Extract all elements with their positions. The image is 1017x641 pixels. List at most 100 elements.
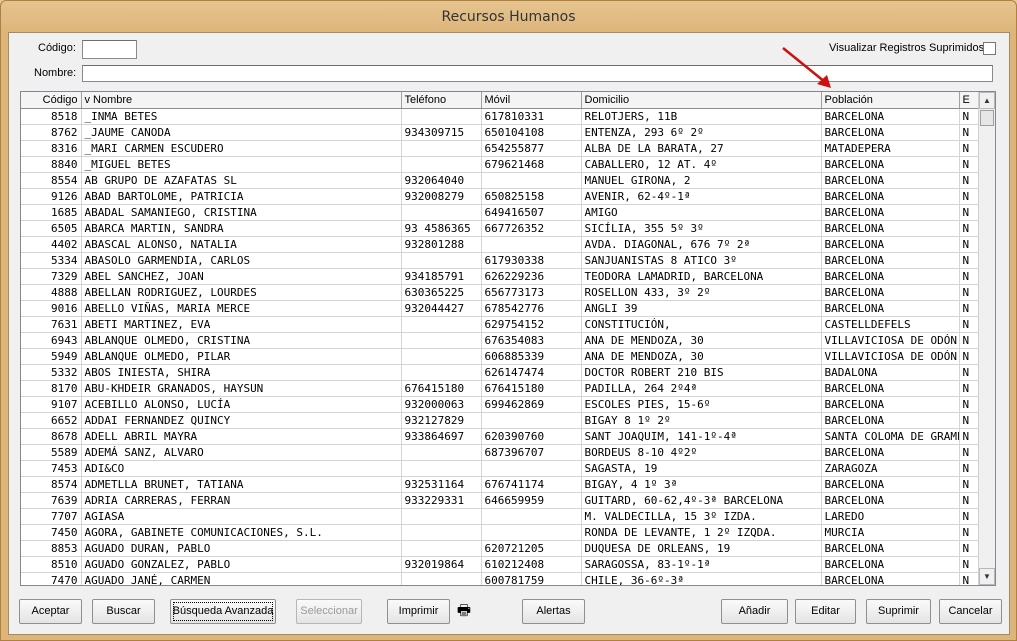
table-cell: ABU-KHDEIR GRANADOS, HAYSUN (81, 380, 402, 397)
table-cell (401, 444, 482, 461)
busqueda-avanzada-button[interactable]: Búsqueda Avanzada (170, 599, 276, 624)
table-cell: BADALONA (821, 364, 960, 381)
buscar-button[interactable]: Buscar (92, 599, 155, 624)
table-row[interactable]: 8518 _INMA BETES 617810331 RELOTJERS, 11B BA… (21, 108, 980, 125)
table-row[interactable]: 7631 ABETI MARTINEZ, EVA 629754152 CONSTITU… (21, 316, 980, 333)
table-cell: 8554 (21, 172, 82, 189)
cancelar-button[interactable]: Cancelar (939, 599, 1002, 624)
table-cell: 620390760 (481, 428, 582, 445)
records-grid[interactable]: Código v Nombre Teléfono Móvil Domicilio Pobl… (20, 91, 996, 586)
table-cell: BARCELONA (821, 300, 960, 317)
table-row[interactable]: 4402 ABASCAL ALONSO, NATALIA 932801288 AVDA… (21, 236, 980, 253)
printer-icon[interactable]: 🖶 (453, 599, 475, 624)
table-cell: N (959, 124, 980, 141)
seleccionar-button: Seleccionar (296, 599, 362, 624)
table-row[interactable]: 7470 AGUADO JANÉ, CARMEN 600781759 CHILE, 3… (21, 572, 980, 585)
table-cell: N (959, 380, 980, 397)
column-header[interactable]: Móvil (481, 92, 582, 109)
table-cell (481, 236, 582, 253)
aceptar-button[interactable]: Aceptar (19, 599, 82, 624)
table-cell: N (959, 220, 980, 237)
table-row[interactable]: 8574 ADMETLLA BRUNET, TATIANA 932531164 676… (21, 476, 980, 493)
codigo-input[interactable] (82, 40, 137, 59)
table-cell: N (959, 284, 980, 301)
table-cell: 617930338 (481, 252, 582, 269)
table-cell: ADI&CO (81, 460, 402, 477)
table-row[interactable]: 8853 AGUADO DURAN, PABLO 620721205 DUQUESA … (21, 540, 980, 557)
scroll-up-icon[interactable]: ▲ (979, 92, 995, 109)
column-header[interactable]: Código (21, 92, 82, 109)
table-row[interactable]: 7639 ADRIA CARRERAS, FERRAN 933229331 64665… (21, 492, 980, 509)
table-cell: N (959, 476, 980, 493)
table-row[interactable]: 8554 AB GRUPO DE AZAFATAS SL 932064040 MANU… (21, 172, 980, 189)
alertas-button[interactable]: Alertas (522, 599, 585, 624)
table-row[interactable]: 7453 ADI&CO SAGASTA, 19 ZARAGOZA N (21, 460, 980, 477)
table-cell: 617810331 (481, 108, 582, 125)
column-header[interactable]: E (959, 92, 980, 109)
table-row[interactable]: 6652 ADDAI FERNANDEZ QUINCY 932127829 BIGAY… (21, 412, 980, 429)
table-cell: 93 4586365 (401, 220, 482, 237)
table-row[interactable]: 7450 AGORA, GABINETE COMUNICACIONES, S.L.… (21, 524, 980, 541)
table-cell: N (959, 444, 980, 461)
column-header[interactable]: Teléfono (401, 92, 482, 109)
table-cell: N (959, 252, 980, 269)
anadir-button[interactable]: Añadir (721, 599, 788, 624)
table-cell: 4402 (21, 236, 82, 253)
table-row[interactable]: 8840 _MIGUEL BETES 679621468 CABALLERO, 12 … (21, 156, 980, 173)
table-cell: 676415180 (401, 380, 482, 397)
table-cell: ANA DE MENDOZA, 30 (581, 332, 822, 349)
table-cell: 7450 (21, 524, 82, 541)
table-row[interactable]: 5334 ABASOLO GARMENDIA, CARLOS 617930338 SA… (21, 252, 980, 269)
table-cell: AGIASA (81, 508, 402, 525)
table-cell: BIGAY 8 1º 2º (581, 412, 822, 429)
table-row[interactable]: 7707 AGIASA M. VALDECILLA, 15 3º IZDA. LARE… (21, 508, 980, 525)
table-cell: N (959, 508, 980, 525)
table-row[interactable]: 8316 _MARI CARMEN ESCUDERO 654255877 ALBA D… (21, 140, 980, 157)
table-row[interactable]: 7329 ABEL SANCHEZ, JOAN 934185791 626229236… (21, 268, 980, 285)
table-row[interactable]: 9016 ABELLO VIÑAS, MARIA MERCE 932044427 67… (21, 300, 980, 317)
table-row[interactable]: 8510 AGUADO GONZALEZ, PABLO 932019864 61021… (21, 556, 980, 573)
scroll-thumb[interactable] (980, 110, 994, 126)
table-cell: 7707 (21, 508, 82, 525)
table-cell: BARCELONA (821, 204, 960, 221)
table-cell: 676354083 (481, 332, 582, 349)
suprimidos-checkbox[interactable] (983, 42, 996, 55)
table-row[interactable]: 5949 ABLANQUE OLMEDO, PILAR 606885339 ANA D… (21, 348, 980, 365)
table-cell: N (959, 204, 980, 221)
table-cell: AGUADO JANÉ, CARMEN (81, 572, 402, 585)
imprimir-button[interactable]: Imprimir (387, 599, 450, 624)
table-cell: 8840 (21, 156, 82, 173)
table-row[interactable]: 9126 ABAD BARTOLOME, PATRICIA 932008279 650… (21, 188, 980, 205)
table-row[interactable]: 8170 ABU-KHDEIR GRANADOS, HAYSUN 676415180… (21, 380, 980, 397)
nombre-input[interactable] (82, 65, 993, 82)
table-cell: 654255877 (481, 140, 582, 157)
column-header[interactable]: Población (821, 92, 960, 109)
table-cell: 610212408 (481, 556, 582, 573)
table-cell: SANJUANISTAS 8 ATICO 3º (581, 252, 822, 269)
vertical-scrollbar[interactable]: ▲ ▼ (978, 92, 995, 585)
table-cell: N (959, 300, 980, 317)
table-cell: 630365225 (401, 284, 482, 301)
table-cell: CHILE, 36-6º-3ª (581, 572, 822, 585)
red-arrow-icon (782, 47, 831, 88)
table-cell: 649416507 (481, 204, 582, 221)
editar-button[interactable]: Editar (795, 599, 856, 624)
table-row[interactable]: 4888 ABELLAN RODRIGUEZ, LOURDES 630365225 6… (21, 284, 980, 301)
table-cell: 626229236 (481, 268, 582, 285)
table-cell: 9107 (21, 396, 82, 413)
suprimir-button[interactable]: Suprimir (866, 599, 931, 624)
column-header[interactable]: v Nombre (81, 92, 402, 109)
table-row[interactable]: 1685 ABADAL SAMANIEGO, CRISTINA 649416507 A… (21, 204, 980, 221)
table-row[interactable]: 8762 _JAUME CANODA 934309715 650104108 ENTEN… (21, 124, 980, 141)
scroll-down-icon[interactable]: ▼ (979, 568, 995, 585)
table-row[interactable]: 6943 ABLANQUE OLMEDO, CRISTINA 676354083 AN… (21, 332, 980, 349)
table-row[interactable]: 6505 ABARCA MARTIN, SANDRA 93 4586365 66772… (21, 220, 980, 237)
table-cell: AGORA, GABINETE COMUNICACIONES, S.L. (81, 524, 402, 541)
table-cell (401, 540, 482, 557)
table-row[interactable]: 5332 ABOS INIESTA, SHIRA 626147474 DOCTOR R… (21, 364, 980, 381)
table-cell: 4888 (21, 284, 82, 301)
table-row[interactable]: 5589 ADEMÁ SANZ, ALVARO 687396707 BORDEUS 8… (21, 444, 980, 461)
table-cell: 676741174 (481, 476, 582, 493)
table-row[interactable]: 8678 ADELL ABRIL MAYRA 933864697 620390760 S… (21, 428, 980, 445)
table-row[interactable]: 9107 ACEBILLO ALONSO, LUCÍA 932000063 69946… (21, 396, 980, 413)
